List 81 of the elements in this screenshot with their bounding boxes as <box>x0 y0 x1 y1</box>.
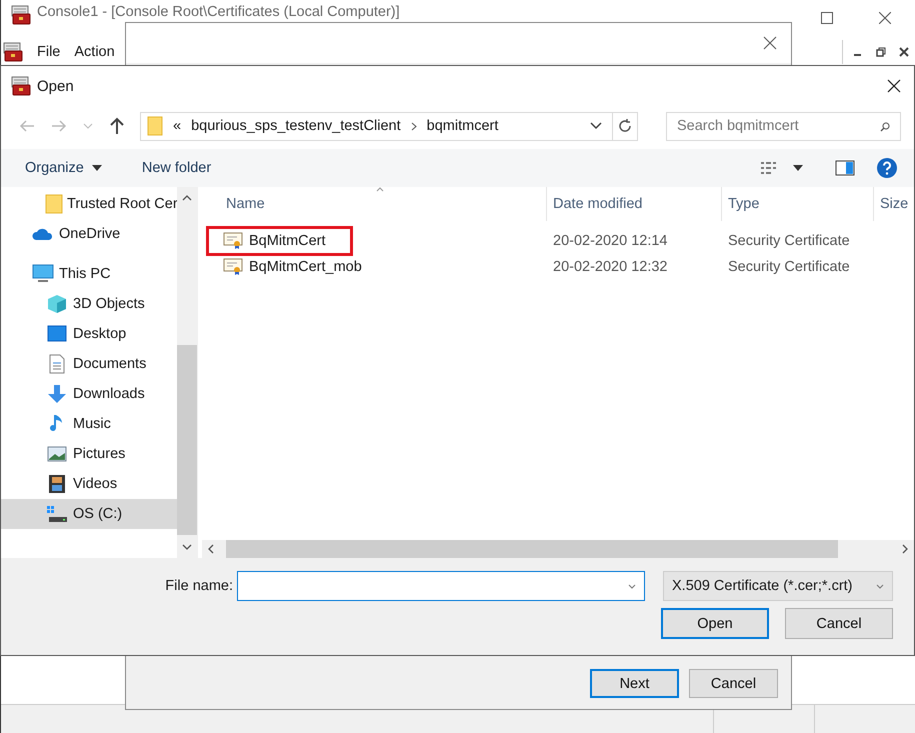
search-icon <box>880 122 890 132</box>
date-cell-text: 20-02-2020 12:32 <box>552 259 668 275</box>
drive-icon <box>46 505 68 523</box>
file-row[interactable]: BqMitmCert 20-02-2020 12:14 Security Certificate <box>202 228 914 254</box>
organize-menu[interactable]: Organize <box>25 160 102 176</box>
desktop-icon <box>47 325 67 343</box>
monitor-icon <box>32 264 54 284</box>
up-arrow-icon[interactable] <box>109 117 125 135</box>
close-icon[interactable] <box>763 36 777 50</box>
close-icon[interactable] <box>879 12 891 24</box>
folder-icon <box>45 194 63 214</box>
search-field[interactable]: Search bqmitmcert <box>666 112 901 140</box>
type-cell-text: Security Certificate <box>727 259 851 275</box>
breadcrumb[interactable]: bqurious_sps_testenv_testClient <box>191 118 401 134</box>
toolbox-icon <box>11 76 31 96</box>
chevron-icon <box>410 122 417 130</box>
menu-item[interactable]: Action <box>74 44 115 60</box>
file-name: BqMitmCert <box>249 233 326 249</box>
file-type-dropdown[interactable]: X.509 Certificate (*.cer;*.crt) <box>663 571 893 601</box>
column-header[interactable]: Name <box>202 187 547 221</box>
type-cell-text: Security Certificate <box>727 233 851 249</box>
caret-icon <box>92 165 102 171</box>
file-name-field[interactable] <box>237 571 645 601</box>
certificate-icon <box>223 232 243 250</box>
folder-icon <box>147 116 163 136</box>
nav-item[interactable]: Documents <box>1 349 177 379</box>
caret-icon[interactable] <box>590 122 602 130</box>
column-header[interactable]: Size <box>874 187 914 221</box>
menu-item[interactable]: File <box>37 44 60 60</box>
up-caret-icon[interactable] <box>182 195 192 201</box>
nav-item[interactable]: Desktop <box>1 319 177 349</box>
nav-item[interactable]: Downloads <box>1 379 177 409</box>
restore-icon[interactable] <box>876 46 886 56</box>
cancel-button[interactable]: Cancel <box>785 608 893 639</box>
cloud-icon <box>32 227 54 241</box>
window-title: Console1 - [Console Root\Certificates (Local Computer)] <box>37 4 400 21</box>
horizontal-scrollbar[interactable] <box>202 540 914 558</box>
preview-pane-icon[interactable] <box>835 160 855 176</box>
address-bar[interactable]: « bqurious_sps_testenv_testClient bqmitmcert <box>140 112 638 140</box>
sort-caret-icon <box>376 187 384 192</box>
dialog-title: Open <box>37 78 74 94</box>
column-header[interactable]: Type <box>722 187 874 221</box>
overflow-chevron[interactable]: « <box>173 118 182 134</box>
toolbox-icon <box>3 42 23 62</box>
nav-item[interactable]: OneDrive <box>1 219 177 249</box>
maximize-icon[interactable] <box>821 12 833 24</box>
toolbox-icon <box>11 5 31 25</box>
cube-icon <box>47 294 67 314</box>
vertical-scrollbar[interactable] <box>177 187 197 558</box>
file-name: BqMitmCert_mob <box>249 259 362 275</box>
nav-item[interactable]: This PC <box>1 259 177 289</box>
file-name-label: File name: <box>164 578 233 594</box>
open-button[interactable]: Open <box>661 608 769 639</box>
cancel-button[interactable]: Cancel <box>689 669 778 698</box>
breadcrumb[interactable]: bqmitmcert <box>426 118 498 134</box>
document-icon <box>49 354 65 374</box>
next-button[interactable]: Next <box>590 669 679 698</box>
close-icon[interactable] <box>899 46 909 56</box>
close-icon[interactable] <box>887 79 901 93</box>
right-caret-icon[interactable] <box>902 544 908 554</box>
down-arrow-icon <box>47 384 67 404</box>
nav-item[interactable]: Trusted Root Cer <box>1 189 177 219</box>
file-row[interactable]: BqMitmCert_mob 20-02-2020 12:32 Security Certificate <box>202 254 914 280</box>
new-folder-button[interactable]: New folder <box>142 160 212 176</box>
date-cell-text: 20-02-2020 12:14 <box>552 233 668 249</box>
down-caret-icon[interactable] <box>182 544 192 550</box>
nav-item[interactable]: Pictures <box>1 439 177 469</box>
left-caret-icon[interactable] <box>208 544 214 554</box>
column-header[interactable]: Date modified <box>547 187 722 221</box>
help-icon[interactable] <box>877 158 897 178</box>
film-icon <box>48 474 66 494</box>
certificate-icon <box>223 258 243 276</box>
picture-icon <box>47 446 67 462</box>
music-note-icon <box>50 414 64 434</box>
caret-icon <box>876 584 884 588</box>
nav-item[interactable]: OS (C:) <box>1 499 177 529</box>
nav-item[interactable]: Videos <box>1 469 177 499</box>
refresh-icon[interactable] <box>617 118 633 134</box>
caret-icon[interactable] <box>793 165 803 171</box>
nav-item[interactable]: 3D Objects <box>1 289 177 319</box>
nav-item[interactable]: Music <box>1 409 177 439</box>
